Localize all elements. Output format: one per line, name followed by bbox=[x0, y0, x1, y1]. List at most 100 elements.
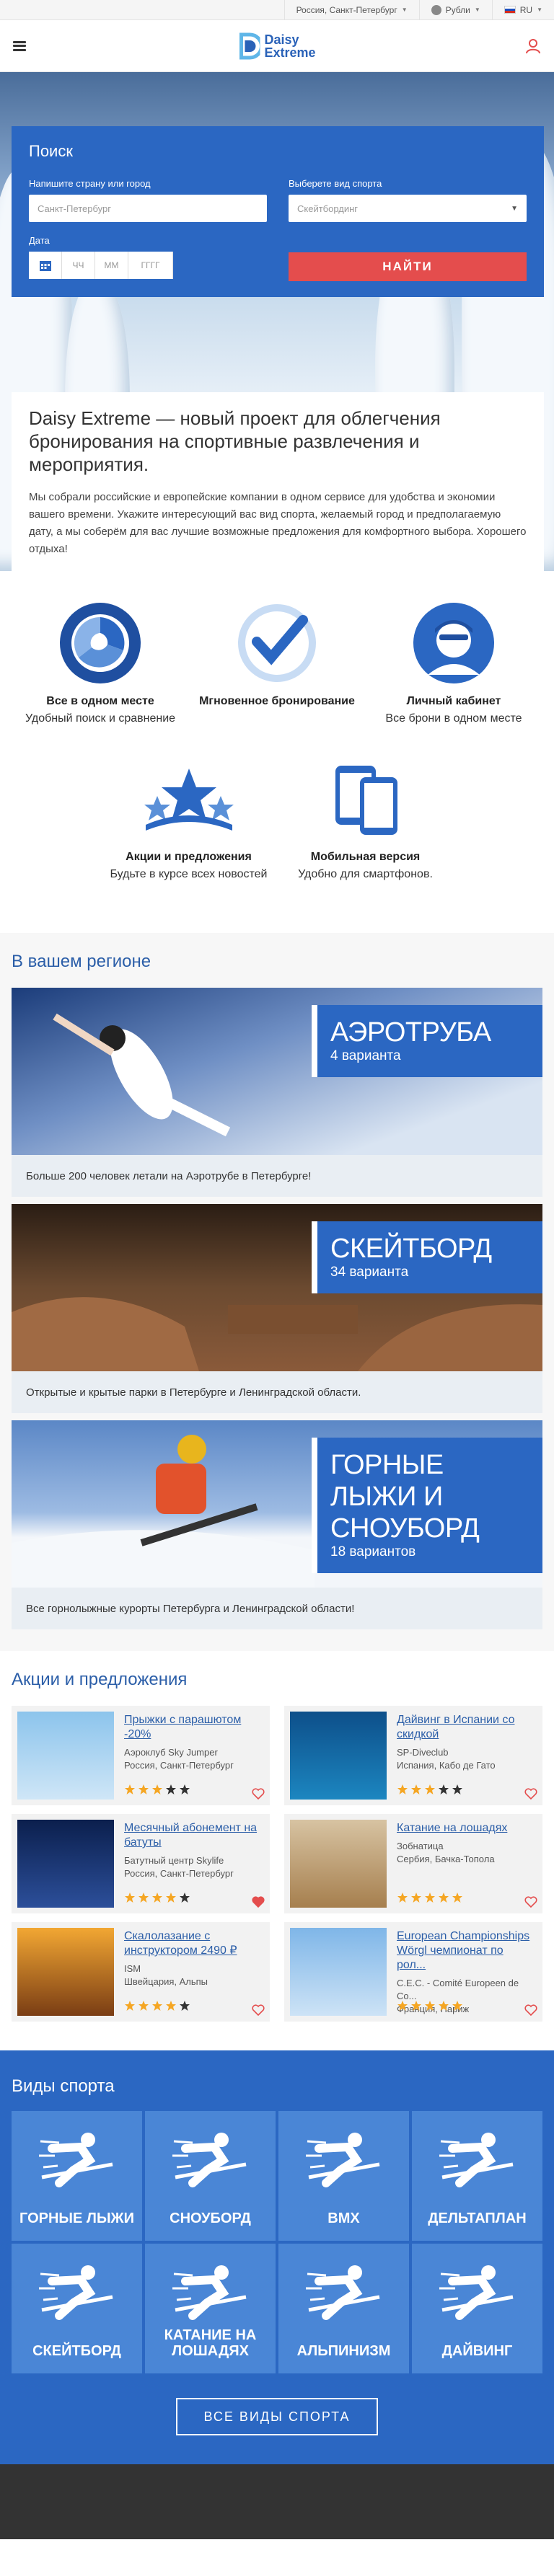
sport-label: Выберете вид спорта bbox=[289, 178, 382, 189]
region-card-desc: Открытые и крытые парки в Петербурге и Л… bbox=[26, 1386, 361, 1399]
sports-title: Виды спорта bbox=[12, 2076, 115, 2096]
promo-card[interactable]: Катание на лошадях Зобнатица Сербия, Бач… bbox=[284, 1814, 542, 1913]
mobile-icon bbox=[335, 766, 397, 835]
feature-instant-booking: Мгновенное бронирование bbox=[189, 600, 366, 727]
sport-tile[interactable]: ДАЙВИНГ bbox=[412, 2244, 542, 2373]
promo-card[interactable]: Скалолазание с инструктором 2490 ₽ ISM Ш… bbox=[12, 1922, 270, 2022]
location-label: Россия, Санкт-Петербург bbox=[296, 4, 397, 15]
promo-photo bbox=[290, 1928, 387, 2016]
footer bbox=[0, 2464, 554, 2539]
user-icon[interactable] bbox=[525, 38, 541, 54]
day-field[interactable]: ЧЧ bbox=[62, 252, 95, 279]
feature-text: Удобно для смартфонов. bbox=[298, 868, 433, 880]
sport-icon bbox=[38, 2133, 113, 2187]
intro-title: Daisy Extreme — новый проект для облегче… bbox=[29, 407, 441, 475]
rating-stars bbox=[397, 1892, 463, 1903]
sport-icon bbox=[38, 2265, 113, 2320]
star-icon bbox=[425, 1893, 435, 1903]
star-icon bbox=[138, 1784, 149, 1794]
promo-card[interactable]: European Championships Wörgl чемпионат п… bbox=[284, 1922, 542, 2022]
place-input[interactable]: Санкт-Петербург bbox=[29, 195, 267, 222]
star-icon bbox=[180, 2001, 190, 2011]
promo-card[interactable]: Месячный абонемент на батуты Батутный це… bbox=[12, 1814, 270, 1913]
heart-icon[interactable] bbox=[251, 2003, 265, 2017]
promo-photo bbox=[17, 1712, 114, 1800]
region-card-aerotube[interactable]: АЭРОТРУБА 4 варианта Больше 200 человек л… bbox=[12, 988, 542, 1197]
location-selector[interactable]: Россия, Санкт-Петербург ▼ bbox=[283, 0, 419, 19]
sport-select[interactable]: Скейтбординг ▼ bbox=[289, 195, 527, 222]
promo-link[interactable]: Катание на лошадях bbox=[397, 1821, 534, 1836]
star-icon bbox=[166, 1893, 176, 1903]
star-icon bbox=[125, 2001, 135, 2011]
star-icon bbox=[411, 2001, 421, 2011]
all-sports-button[interactable]: ВСЕ ВИДЫ СПОРТА bbox=[176, 2398, 378, 2435]
search-title: Поиск bbox=[29, 142, 73, 160]
star-icon bbox=[152, 2001, 162, 2011]
feature-title: Все в одном месте bbox=[46, 695, 154, 707]
sport-tile[interactable]: СКЕЙТБОРД bbox=[12, 2244, 142, 2373]
feature-title: Личный кабинет bbox=[406, 695, 501, 707]
star-icon bbox=[439, 1893, 449, 1903]
month-field[interactable]: ММ bbox=[95, 252, 128, 279]
sport-tile[interactable]: ГОРНЫЕ ЛЫЖИ bbox=[12, 2111, 142, 2241]
promo-link[interactable]: Месячный абонемент на батуты bbox=[124, 1821, 261, 1850]
coin-icon bbox=[431, 4, 441, 15]
place-label: Напишите страну или город bbox=[29, 178, 151, 189]
all-in-one-icon bbox=[60, 603, 141, 683]
star-icon bbox=[166, 1784, 176, 1794]
heart-icon[interactable] bbox=[251, 1895, 265, 1909]
promo-link[interactable]: Прыжки с парашютом -20% bbox=[124, 1713, 261, 1742]
star-icon bbox=[452, 2001, 462, 2011]
sport-tile[interactable]: ДЕЛЬТАПЛАН bbox=[412, 2111, 542, 2241]
feature-personal-account: Личный кабинет Все брони в одном месте bbox=[366, 600, 542, 727]
sport-label: СКЕЙТБОРД bbox=[32, 2343, 121, 2359]
language-selector[interactable]: RU ▼ bbox=[491, 0, 554, 19]
star-icon bbox=[439, 1784, 449, 1794]
sport-value: Скейтбординг bbox=[297, 203, 359, 214]
rating-stars bbox=[124, 1784, 190, 1795]
feature-title: Акции и предложения bbox=[126, 851, 252, 863]
search-button[interactable]: НАЙТИ bbox=[289, 252, 527, 281]
heart-icon[interactable] bbox=[524, 2003, 538, 2017]
star-icon bbox=[452, 1893, 462, 1903]
sport-icon bbox=[439, 2133, 513, 2187]
star-icon bbox=[138, 2001, 149, 2011]
region-badge: ГОРНЫЕ ЛЫЖИ И СНОУБОРД 18 вариантов bbox=[312, 1438, 542, 1573]
promo-org: ISM bbox=[124, 1963, 141, 1974]
promo-place: Швейцария, Альпы bbox=[124, 1976, 208, 1987]
star-icon bbox=[397, 2001, 408, 2011]
search-panel: Поиск Напишите страну или город Санкт-Пе… bbox=[12, 126, 544, 297]
heart-icon[interactable] bbox=[524, 1895, 538, 1909]
account-icon bbox=[413, 603, 494, 683]
star-icon bbox=[411, 1784, 421, 1794]
region-card-desc: Больше 200 человек летали на Аэротрубе в… bbox=[26, 1169, 312, 1182]
sport-tile[interactable]: СНОУБОРД bbox=[145, 2111, 276, 2241]
region-card-ski[interactable]: ГОРНЫЕ ЛЫЖИ И СНОУБОРД 18 вариантов Все г… bbox=[12, 1420, 542, 1629]
year-field[interactable]: ГГГГ bbox=[128, 252, 173, 279]
sport-tile[interactable]: КАТАНИЕ НА ЛОШАДЯХ bbox=[145, 2244, 276, 2373]
sport-tile[interactable]: BMX bbox=[278, 2111, 409, 2241]
menu-icon[interactable] bbox=[13, 40, 26, 51]
promo-card[interactable]: Прыжки с парашютом -20% Аэроклуб Sky Jum… bbox=[12, 1706, 270, 1805]
feature-text: Удобный поиск и сравнение bbox=[25, 712, 176, 725]
sport-label: BMX bbox=[327, 2210, 360, 2226]
feature-title: Мгновенное бронирование bbox=[199, 695, 355, 707]
site-logo[interactable]: Daisy Extreme bbox=[238, 32, 316, 61]
currency-selector[interactable]: Рубли ▼ bbox=[418, 0, 492, 19]
region-badge: СКЕЙТБОРД 34 варианта bbox=[312, 1221, 542, 1293]
heart-icon[interactable] bbox=[251, 1787, 265, 1801]
sport-label: КАТАНИЕ НА ЛОШАДЯХ bbox=[164, 2327, 257, 2359]
top-bar: Россия, Санкт-Петербург ▼ Рубли ▼ RU ▼ bbox=[0, 0, 554, 20]
heart-icon[interactable] bbox=[524, 1787, 538, 1801]
sport-tile[interactable]: АЛЬПИНИЗМ bbox=[278, 2244, 409, 2373]
promo-title: Акции и предложения bbox=[12, 1670, 188, 1689]
promo-link[interactable]: Скалолазание с инструктором 2490 ₽ bbox=[124, 1929, 261, 1958]
russian-flag-icon bbox=[504, 6, 516, 14]
promo-link[interactable]: Дайвинг в Испании со скидкой bbox=[397, 1713, 534, 1742]
star-icon bbox=[125, 1893, 135, 1903]
promo-card[interactable]: Дайвинг в Испании со скидкой SP-Diveclub… bbox=[284, 1706, 542, 1805]
region-card-skateboard[interactable]: СКЕЙТБОРД 34 варианта Открытые и крытые п… bbox=[12, 1204, 542, 1413]
promo-org: Зобнатица bbox=[397, 1841, 444, 1851]
calendar-icon[interactable] bbox=[29, 252, 62, 279]
promo-link[interactable]: European Championships Wörgl чемпионат п… bbox=[397, 1929, 534, 1973]
